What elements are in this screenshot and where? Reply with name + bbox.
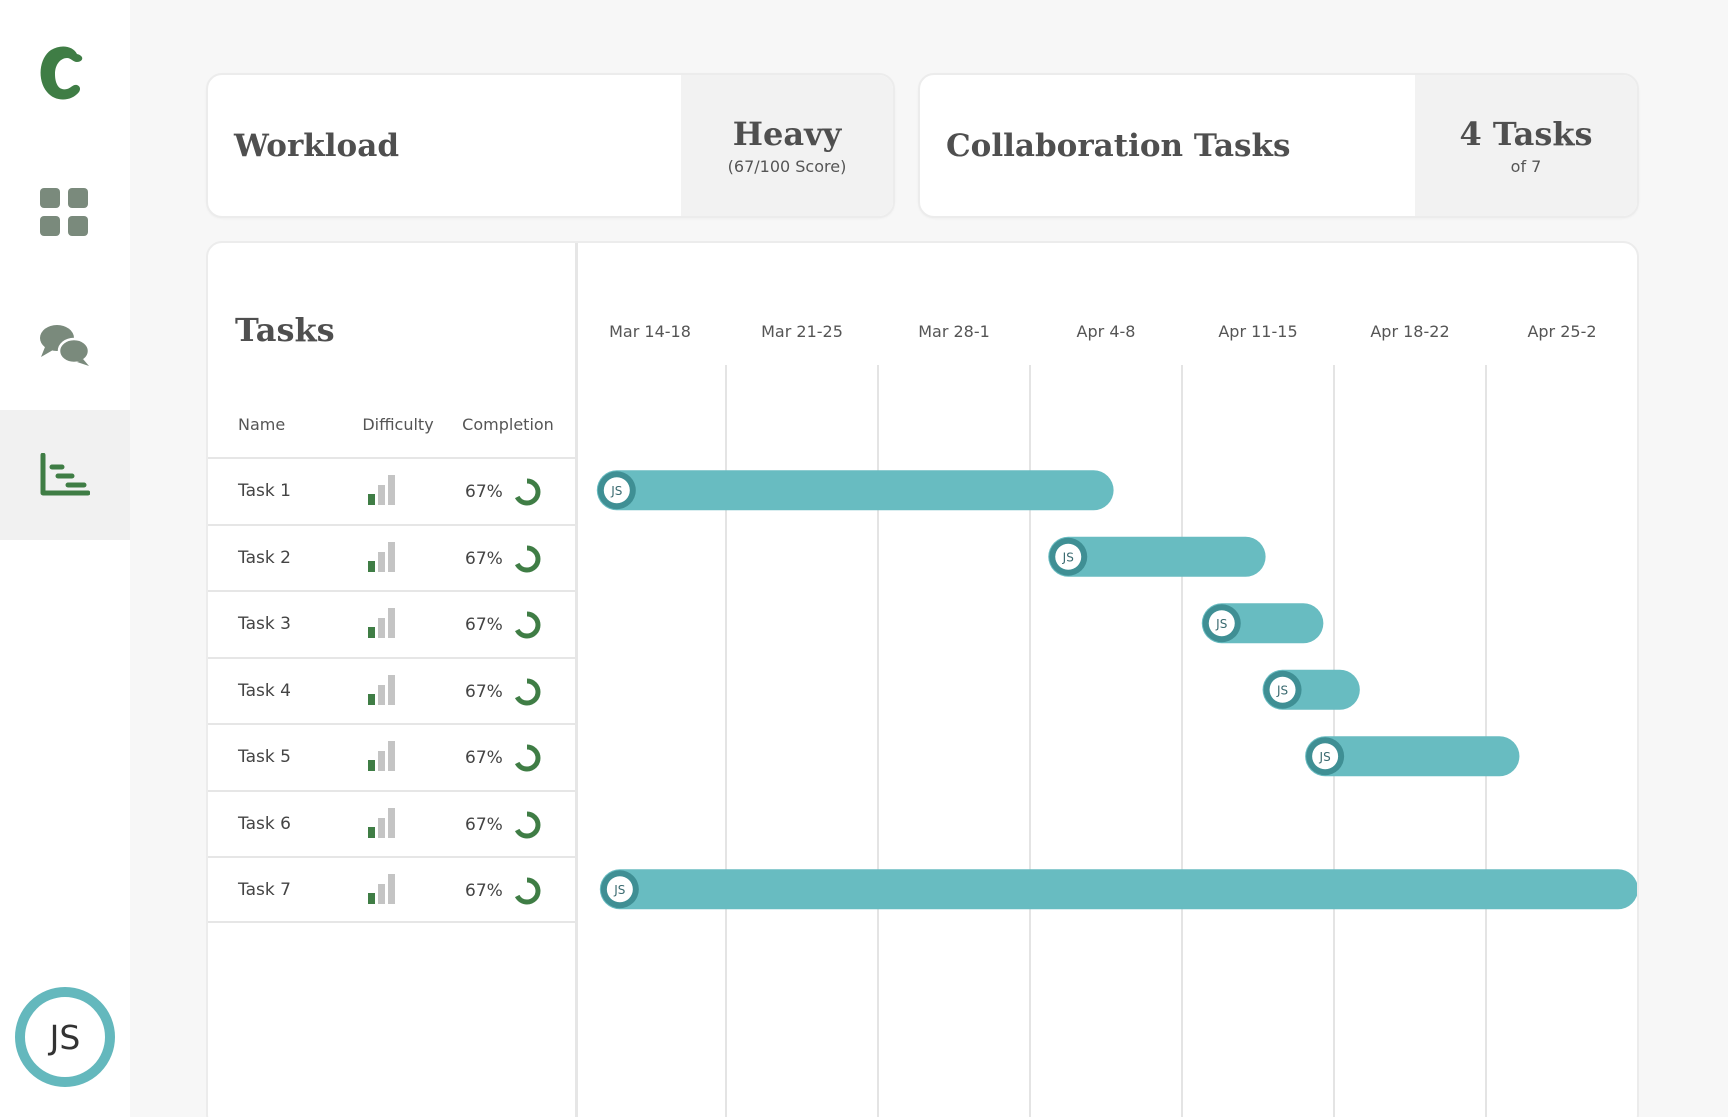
- sidebar-item-dashboard[interactable]: [0, 148, 130, 278]
- task-name: Task 6: [238, 813, 291, 834]
- task-row[interactable]: Task 6 67%: [208, 789, 575, 857]
- column-header-difficulty[interactable]: Difficulty: [348, 415, 448, 434]
- task-row[interactable]: Task 5 67%: [208, 723, 575, 790]
- workload-title: Workload: [234, 127, 399, 164]
- completion-ring-icon: [513, 744, 541, 772]
- workload-card: Workload Heavy (67/100 Score): [206, 73, 895, 218]
- difficulty-bars-icon: [368, 741, 395, 771]
- task-row[interactable]: Task 2 67%: [208, 523, 575, 591]
- app-logo[interactable]: [37, 40, 93, 104]
- task-name: Task 3: [238, 614, 291, 634]
- task-name: Task 1: [238, 481, 291, 501]
- completion-ring-icon: [513, 611, 541, 639]
- tasks-title: Tasks: [235, 311, 335, 349]
- week-label: Apr 4-8: [1077, 322, 1136, 341]
- completion-ring-icon: [513, 877, 541, 905]
- column-header-completion[interactable]: Completion: [455, 415, 561, 434]
- task-name: Task 5: [238, 747, 291, 767]
- assignee-initials: JS: [613, 883, 625, 897]
- completion-percent: 67%: [465, 881, 503, 901]
- user-avatar[interactable]: JS: [15, 987, 115, 1087]
- grid-icon: [40, 188, 88, 236]
- sidebar: JS: [0, 0, 130, 1117]
- task-list: Tasks Name Difficulty Completion Task 1 6…: [208, 243, 578, 1117]
- completion-ring-icon: [513, 478, 541, 506]
- assignee-initials: JS: [1062, 550, 1074, 564]
- completion-percent: 67%: [465, 748, 503, 768]
- gantt-bar[interactable]: JS: [1201, 603, 1324, 644]
- task-row[interactable]: Task 4 67%: [208, 656, 575, 724]
- gantt-chart-icon: [40, 453, 90, 496]
- chat-bubbles-icon: [40, 325, 91, 366]
- gantt-bar[interactable]: JS: [1305, 736, 1520, 777]
- workload-value-box: Heavy (67/100 Score): [681, 75, 893, 216]
- completion-percent: 67%: [465, 482, 503, 502]
- difficulty-bars-icon: [368, 807, 395, 838]
- completion-ring-icon: [513, 811, 541, 838]
- collaboration-value-box: 4 Tasks of 7: [1415, 75, 1637, 216]
- difficulty-bars-icon: [368, 541, 395, 572]
- gantt-bar[interactable]: JS: [1262, 669, 1360, 710]
- sidebar-item-chat[interactable]: [0, 280, 130, 410]
- task-name: Task 7: [238, 880, 291, 900]
- collaboration-card: Collaboration Tasks 4 Tasks of 7: [918, 73, 1639, 218]
- collaboration-title: Collaboration Tasks: [946, 127, 1291, 164]
- task-row[interactable]: Task 1 67%: [208, 457, 575, 524]
- task-name: Task 4: [238, 680, 291, 701]
- week-label: Apr 25-2: [1527, 322, 1596, 341]
- gantt-bar[interactable]: JS: [596, 470, 1114, 511]
- workload-detail: (67/100 Score): [727, 157, 847, 176]
- tasks-panel: Tasks Name Difficulty Completion Task 1 6…: [206, 241, 1639, 1117]
- collaboration-value: 4 Tasks: [1459, 115, 1593, 153]
- gantt-bar[interactable]: JS: [599, 869, 1638, 910]
- column-header-name[interactable]: Name: [238, 415, 285, 434]
- week-label: Apr 11-15: [1218, 322, 1297, 341]
- week-label: Mar 21-25: [761, 322, 843, 341]
- collaboration-detail: of 7: [1510, 157, 1542, 176]
- user-initials: JS: [49, 1017, 81, 1057]
- difficulty-bars-icon: [368, 874, 395, 904]
- difficulty-bars-icon: [368, 608, 395, 638]
- difficulty-bars-icon: [368, 475, 395, 505]
- assignee-initials: JS: [1215, 617, 1227, 631]
- gantt-bar[interactable]: JS: [1048, 536, 1266, 577]
- difficulty-bars-icon: [368, 674, 395, 705]
- completion-ring-icon: [513, 545, 541, 572]
- week-label: Mar 28-1: [918, 322, 990, 341]
- completion-percent: 67%: [465, 548, 503, 569]
- assignee-initials: JS: [1276, 683, 1288, 697]
- task-name: Task 2: [238, 547, 291, 568]
- week-label: Apr 18-22: [1370, 322, 1449, 341]
- task-row[interactable]: Task 3 67%: [208, 590, 575, 657]
- completion-percent: 67%: [465, 681, 503, 702]
- week-label: Mar 14-18: [609, 322, 691, 341]
- gantt-timeline: Mar 14-18 Mar 21-25 Mar 28-1 Apr 4-8 Apr 11-…: [596, 322, 1638, 1117]
- completion-percent: 67%: [465, 814, 503, 835]
- completion-ring-icon: [513, 678, 541, 705]
- completion-percent: 67%: [465, 615, 503, 635]
- assignee-initials: JS: [610, 484, 622, 498]
- sidebar-item-chart[interactable]: [0, 410, 130, 540]
- task-rows: Task 1 67% Task 2 67% Task 3 67% Task 4 67% Task…: [208, 457, 575, 923]
- assignee-initials: JS: [1319, 750, 1331, 764]
- workload-value: Heavy: [732, 115, 842, 153]
- task-row[interactable]: Task 7 67%: [208, 856, 575, 923]
